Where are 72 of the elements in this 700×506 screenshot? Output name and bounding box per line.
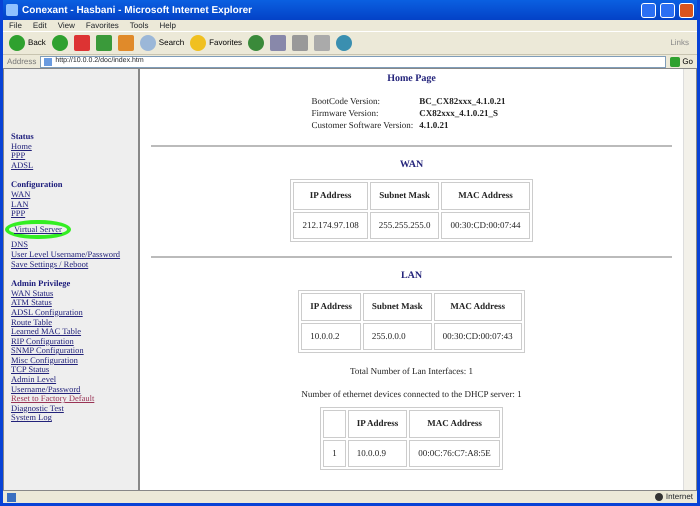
close-button[interactable] [679,2,694,18]
address-label: Address [7,56,36,68]
back-button[interactable]: Back [9,35,46,51]
minimize-button[interactable] [641,2,656,18]
table-cell: 00:30:CD:00:07:44 [441,212,530,239]
nav-link[interactable]: ADSL Configuration [11,308,83,318]
menu-item[interactable]: Help [159,20,176,32]
nav-link[interactable]: SNMP Configuration [11,346,84,356]
nav-link[interactable]: Username/Password [11,384,80,394]
column-header: MAC Address [409,410,500,438]
go-button[interactable]: Go [670,56,693,68]
info-text: Total Number of Lan Interfaces: 1 [350,365,474,378]
column-header: MAC Address [434,293,522,320]
table-cell: 10.0.0.9 [348,440,408,467]
version-value: CX82xxx_4.1.0.21_S [419,107,500,119]
nav-link[interactable]: PPP [11,151,26,161]
nav-link[interactable]: Virtual Server [14,224,62,234]
page-title: Home Page [387,73,436,85]
table-cell: 10.0.0.2 [301,322,361,350]
nav-link[interactable]: ATM Status [11,298,52,308]
nav-link[interactable]: Route Table [11,318,52,328]
column-header: IP Address [293,182,368,210]
section-heading: Configuration [11,180,64,190]
table-cell: 00:30:CD:00:07:43 [434,322,522,350]
nav-link[interactable]: RIP Configuration [11,336,74,346]
nav-link[interactable]: System Log [11,413,52,424]
nav-link[interactable]: User Level Username/Password [11,250,120,260]
menu-item[interactable]: Favorites [86,20,119,32]
nav-link[interactable]: Diagnostic Test [11,404,64,414]
table-cell: 255.0.0.0 [362,322,432,350]
version-label: Customer Software Version: [311,119,420,131]
menu-item[interactable]: Edit [32,20,47,32]
menu-item[interactable]: View [58,20,75,32]
nav-link[interactable]: Home [11,142,32,152]
scrollbar[interactable] [683,69,696,490]
nav-link[interactable]: Reset to Factory Default [11,394,94,404]
column-header: IP Address [301,293,361,320]
nav-link[interactable]: Misc Configuration [11,356,78,366]
table-cell: 212.174.97.108 [293,212,368,239]
table-cell: 00:0C:76:C7:A8:5E [409,440,500,467]
column-header: Subnet Mask [362,293,432,320]
nav-link[interactable]: WAN [11,190,30,200]
search-button[interactable]: Search [140,35,184,51]
nav-link[interactable]: PPP [11,209,26,219]
section-heading: Admin Privilege [11,279,72,289]
section-title: WAN [400,159,424,171]
info-text: Number of ethernet devices connected to the DHCP server: 1 [301,388,522,400]
zone-label: Internet [666,491,693,503]
nav-link[interactable]: WAN Status [11,288,54,298]
version-label: Firmware Version: [311,107,420,119]
nav-link[interactable]: TCP Status [11,365,50,376]
nav-link[interactable]: ADSL [11,160,34,170]
favorites-button[interactable]: Favorites [190,35,242,51]
window-title: Conexant - Hasbani - Microsoft Internet Explorer [22,4,254,18]
table-cell: 1 [323,440,346,467]
version-label: BootCode Version: [311,95,420,107]
nav-link[interactable]: LAN [11,200,28,210]
table-cell: 255.255.255.0 [370,212,440,239]
nav-link[interactable]: Save Settings / Reboot [11,260,88,270]
version-value: 4.1.0.21 [419,119,450,131]
column-header: MAC Address [441,182,530,210]
maximize-button[interactable] [660,2,675,18]
section-title: LAN [400,270,422,282]
section-heading: Status [11,132,35,142]
nav-link[interactable]: Admin Level [11,375,56,385]
version-value: BC_CX82xxx_4.1.0.21 [419,95,507,107]
column-header: IP Address [348,410,408,438]
menu-item[interactable]: File [9,20,22,32]
column-header: Subnet Mask [370,182,440,210]
nav-link[interactable]: Learned MAC Table [11,327,82,337]
nav-link[interactable]: DNS [11,240,28,250]
menu-item[interactable]: Tools [130,20,148,32]
